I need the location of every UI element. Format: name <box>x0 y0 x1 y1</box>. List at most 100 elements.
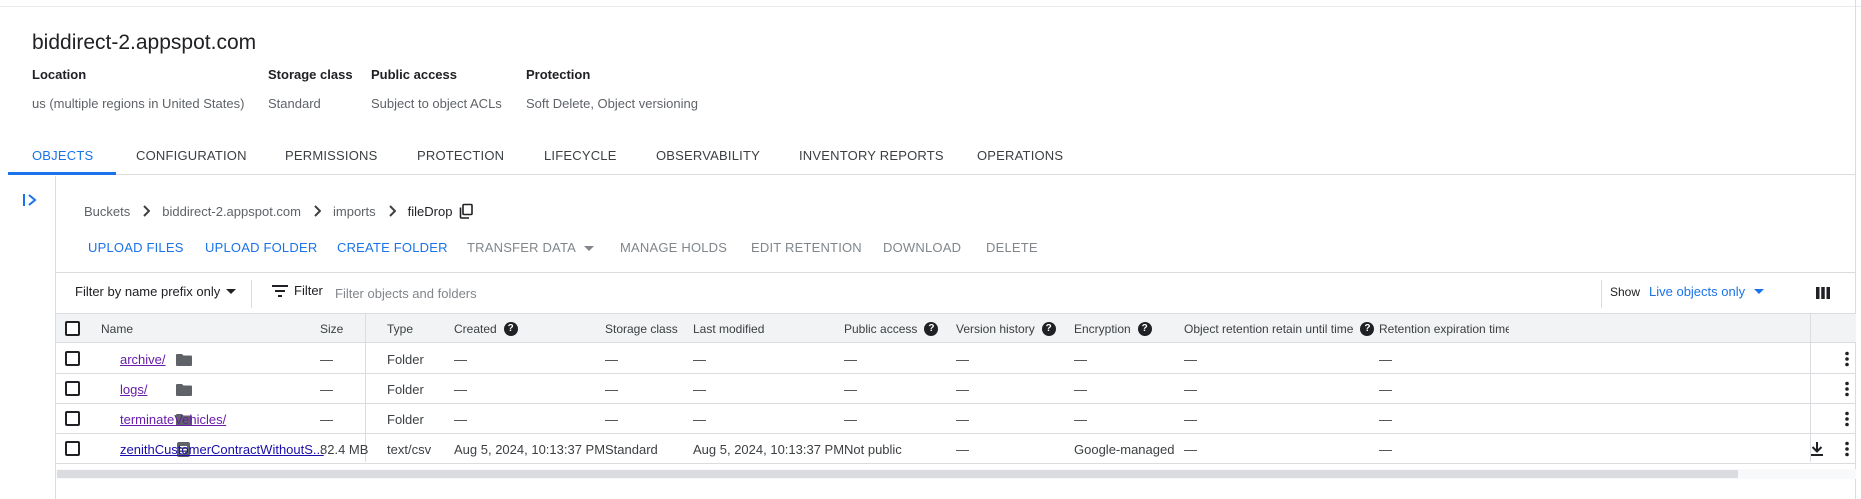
table-header: Name Size Type Created? Storage class La… <box>56 314 1856 343</box>
cell-retain-until: — <box>1184 352 1197 367</box>
tab-protection[interactable]: PROTECTION <box>417 148 504 163</box>
column-header-name[interactable]: Name <box>101 322 133 336</box>
cell-retain-until: — <box>1184 442 1197 457</box>
cell-retention-expiration: — <box>1379 442 1392 457</box>
upload-folder-button[interactable]: UPLOAD FOLDER <box>205 240 317 255</box>
cell-storage-class: — <box>605 352 618 367</box>
create-folder-button[interactable]: CREATE FOLDER <box>337 240 448 255</box>
row-checkbox[interactable] <box>65 351 80 366</box>
cell-last-modified: Aug 5, 2024, 10:13:37 PM <box>693 442 845 457</box>
tab-configuration[interactable]: CONFIGURATION <box>136 148 247 163</box>
copy-path-icon[interactable] <box>458 203 474 219</box>
cell-version-history: — <box>956 412 969 427</box>
meta-protection-label: Protection <box>526 67 591 82</box>
column-header-public-access[interactable]: Public access? <box>844 322 939 336</box>
download-button[interactable]: DOWNLOAD <box>883 240 961 255</box>
show-objects-select[interactable]: Live objects only <box>1649 284 1765 299</box>
help-icon[interactable]: ? <box>1360 322 1375 336</box>
breadcrumb-bucket[interactable]: biddirect-2.appspot.com <box>162 204 301 219</box>
meta-location-value: us (multiple regions in United States) <box>32 96 245 111</box>
cell-encryption: Google-managed <box>1074 442 1175 457</box>
column-header-last-modified-label: Last modified <box>693 322 765 336</box>
select-all-checkbox[interactable] <box>65 321 80 336</box>
more-vert-icon[interactable] <box>1838 380 1856 398</box>
table-row[interactable]: terminateVehicles/ — Folder — — — — — — … <box>56 404 1856 434</box>
table-row[interactable]: archive/ — Folder — — — — — — — — <box>56 344 1856 374</box>
column-header-created-label: Created <box>454 322 497 336</box>
cell-type: Folder <box>387 382 424 397</box>
column-header-created[interactable]: Created? <box>454 322 518 336</box>
column-header-last-modified[interactable]: Last modified <box>693 322 764 336</box>
column-header-retain-until-label: Object retention retain until time <box>1184 322 1354 336</box>
cell-public-access: — <box>844 352 857 367</box>
meta-public-access: Public access Subject to object ACLs <box>371 67 502 111</box>
column-header-retention-expiration-label: Retention expiration time <box>1379 322 1509 336</box>
tab-permissions[interactable]: PERMISSIONS <box>285 148 378 163</box>
cell-size: — <box>320 352 333 367</box>
column-header-name-label: Name <box>101 322 134 336</box>
more-vert-icon[interactable] <box>1838 410 1856 428</box>
horizontal-scrollbar-thumb[interactable] <box>57 470 1738 478</box>
table-row[interactable]: zenithCustomerContractWithoutS... 82.4 M… <box>56 434 1856 464</box>
filter-mode-label: Filter by name prefix only <box>75 284 221 299</box>
tab-bar: OBJECTS CONFIGURATION PERMISSIONS PROTEC… <box>8 135 1855 175</box>
filter-input[interactable] <box>335 281 1535 305</box>
row-checkbox[interactable] <box>65 411 80 426</box>
tab-observability[interactable]: OBSERVABILITY <box>656 148 760 163</box>
meta-storage-class-value: Standard <box>268 96 321 111</box>
help-icon[interactable]: ? <box>924 322 939 336</box>
column-header-retain-until[interactable]: Object retention retain until time? <box>1184 322 1375 336</box>
row-checkbox[interactable] <box>65 441 80 456</box>
column-header-encryption[interactable]: Encryption? <box>1074 322 1152 336</box>
meta-location: Location us (multiple regions in United … <box>32 67 244 111</box>
tab-lifecycle[interactable]: LIFECYCLE <box>544 148 617 163</box>
more-vert-icon[interactable] <box>1838 350 1856 368</box>
upload-files-button[interactable]: UPLOAD FILES <box>88 240 184 255</box>
column-header-storage-class[interactable]: Storage class <box>605 322 678 336</box>
meta-storage-class: Storage class Standard <box>268 67 353 111</box>
tab-inventory-reports[interactable]: INVENTORY REPORTS <box>799 148 944 163</box>
table-row[interactable]: logs/ — Folder — — — — — — — — <box>56 374 1856 404</box>
expand-panel-icon[interactable] <box>21 192 41 208</box>
filter-mode-select[interactable]: Filter by name prefix only <box>75 284 237 299</box>
cell-encryption: — <box>1074 412 1087 427</box>
object-name-link[interactable]: logs/ <box>120 382 147 397</box>
cell-retention-expiration: — <box>1379 412 1392 427</box>
object-name-link[interactable]: archive/ <box>120 352 166 367</box>
help-icon[interactable]: ? <box>1137 322 1152 336</box>
chevron-right-icon <box>382 203 402 219</box>
column-display-icon[interactable] <box>1814 284 1832 302</box>
column-header-version-history[interactable]: Version history? <box>956 322 1056 336</box>
help-icon[interactable]: ? <box>503 322 518 336</box>
breadcrumb-buckets[interactable]: Buckets <box>84 204 130 219</box>
meta-public-access-label: Public access <box>371 67 457 82</box>
show-divider <box>1601 280 1602 308</box>
column-header-storage-class-label: Storage class <box>605 322 678 336</box>
download-icon[interactable] <box>1808 440 1826 458</box>
show-objects-value: Live objects only <box>1649 284 1746 299</box>
column-header-size[interactable]: Size <box>320 322 343 336</box>
row-checkbox[interactable] <box>65 381 80 396</box>
tab-operations[interactable]: OPERATIONS <box>977 148 1063 163</box>
filter-list-icon <box>272 284 288 297</box>
transfer-data-label: TRANSFER DATA <box>467 240 577 255</box>
cell-type: Folder <box>387 352 424 367</box>
column-header-type[interactable]: Type <box>387 322 413 336</box>
folder-icon <box>176 384 192 396</box>
object-name-link[interactable]: zenithCustomerContractWithoutS... <box>120 442 324 457</box>
more-vert-icon[interactable] <box>1838 440 1856 458</box>
transfer-data-button[interactable]: TRANSFER DATA <box>467 240 595 255</box>
column-header-retention-expiration[interactable]: Retention expiration time? <box>1379 322 1509 336</box>
cell-retain-until: — <box>1184 412 1197 427</box>
object-name-link[interactable]: terminateVehicles/ <box>120 412 226 427</box>
help-icon[interactable]: ? <box>1041 322 1056 336</box>
edit-retention-button[interactable]: EDIT RETENTION <box>751 240 862 255</box>
tab-objects[interactable]: OBJECTS <box>32 148 93 163</box>
chevron-right-icon <box>136 203 156 219</box>
chevron-right-icon <box>307 203 327 219</box>
manage-holds-button[interactable]: MANAGE HOLDS <box>620 240 727 255</box>
column-header-size-label: Size <box>320 322 344 336</box>
delete-button[interactable]: DELETE <box>986 240 1038 255</box>
filter-button[interactable]: Filter <box>272 283 323 298</box>
breadcrumb-imports[interactable]: imports <box>333 204 376 219</box>
